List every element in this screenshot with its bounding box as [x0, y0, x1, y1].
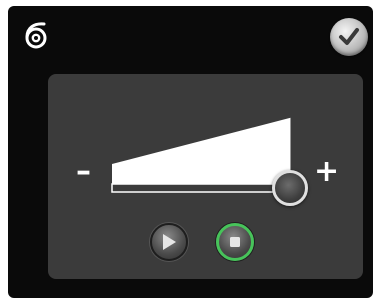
volume-increase-label[interactable]: + [314, 157, 339, 187]
confirm-button[interactable] [330, 18, 368, 56]
volume-slider[interactable] [110, 104, 310, 206]
volume-panel: – + [48, 74, 363, 279]
volume-track [111, 183, 292, 193]
play-icon [163, 234, 176, 250]
stop-icon [230, 237, 240, 247]
stop-button[interactable] [216, 223, 254, 261]
sound-dialog: – + [8, 6, 373, 298]
volume-decrease-label[interactable]: – [76, 157, 91, 187]
checkmark-icon [339, 28, 359, 45]
volume-wedge-fill [112, 117, 291, 184]
play-button[interactable] [150, 223, 188, 261]
spiral-six-icon [25, 22, 47, 49]
